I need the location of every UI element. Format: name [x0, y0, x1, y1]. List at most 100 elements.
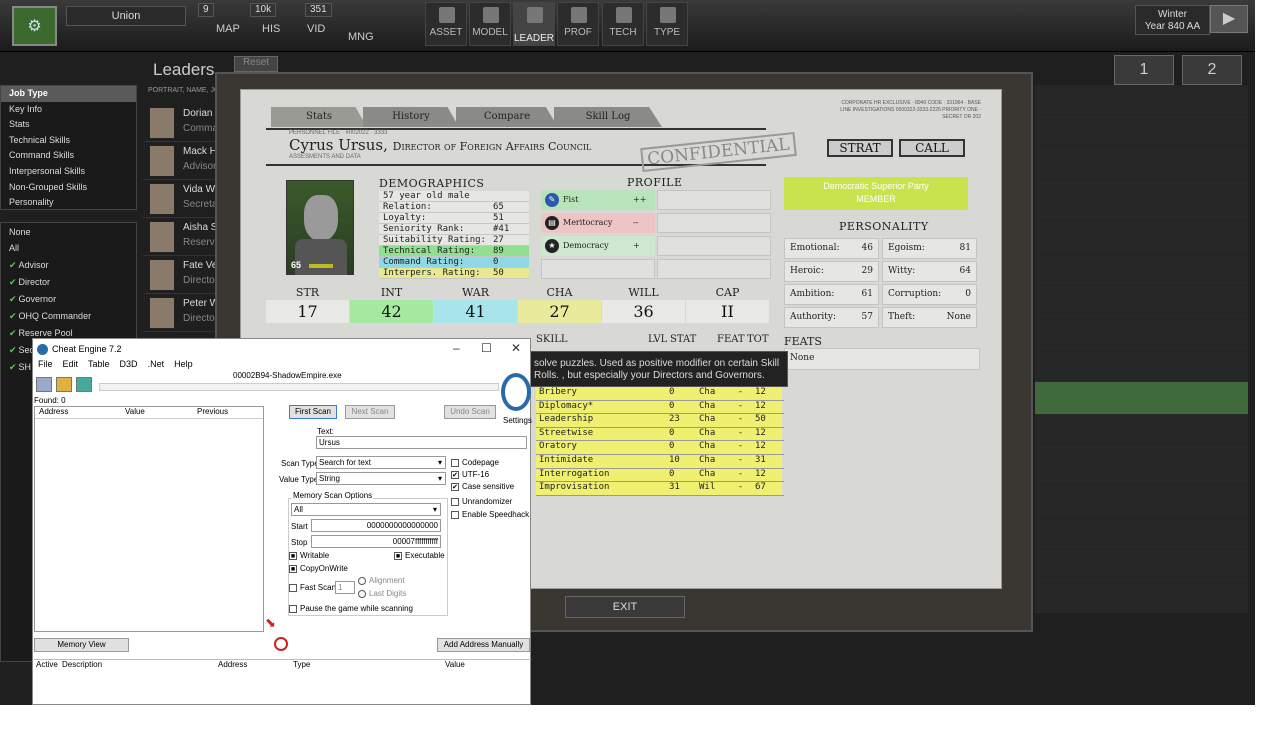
col-value[interactable]: Value [443, 660, 503, 672]
page-2-button[interactable]: 2 [1182, 55, 1242, 85]
leader-row[interactable]: Fate Ve Director [143, 256, 223, 294]
settings-label[interactable]: Settings [503, 416, 532, 425]
unrandomizer-checkbox[interactable]: Unrandomizer [451, 497, 512, 506]
first-scan-button[interactable]: First Scan [289, 405, 337, 419]
leader-row[interactable]: Peter W Director [143, 294, 223, 332]
cheat-engine-settings-icon[interactable] [501, 373, 531, 411]
list-row[interactable] [1035, 481, 1248, 514]
utf16-checkbox[interactable]: ✔ UTF-16 [451, 470, 489, 479]
undo-scan-button[interactable]: Undo Scan [444, 405, 496, 419]
job-none[interactable]: None [1, 225, 136, 241]
select-process-icon[interactable] [36, 377, 52, 392]
list-row[interactable] [1035, 349, 1248, 382]
value-type-select[interactable]: String [316, 472, 446, 485]
job-director[interactable]: ✔ Director [1, 275, 136, 292]
filter-command-skills[interactable]: Command Skills [1, 148, 136, 164]
add-address-button[interactable]: Add Address Manually [437, 638, 530, 652]
job-advisor[interactable]: ✔ Advisor [1, 258, 136, 275]
party-badge[interactable]: Democratic Superior Party MEMBER [784, 177, 968, 210]
leader-button[interactable]: LEADER [513, 2, 555, 46]
job-governor[interactable]: ✔ Governor [1, 292, 136, 309]
menu-net[interactable]: .Net [148, 359, 165, 373]
menu-edit[interactable]: Edit [63, 359, 79, 373]
call-button[interactable]: CALL [899, 139, 965, 157]
filter-interpersonal-skills[interactable]: Interpersonal Skills [1, 164, 136, 180]
codepage-checkbox[interactable]: Codepage [451, 458, 499, 467]
col-type[interactable]: Type [291, 660, 443, 672]
open-file-icon[interactable] [56, 377, 72, 392]
fastscan-checkbox[interactable]: Fast Scan [289, 583, 336, 592]
list-row[interactable] [1035, 316, 1248, 349]
copyonwrite-checkbox[interactable]: ■ CopyOnWrite [289, 564, 348, 573]
nav-map[interactable]: MAP [216, 23, 240, 35]
search-text-input[interactable]: Ursus [316, 436, 527, 449]
skill-row[interactable]: Improvisation 31 Wil -67 [536, 482, 784, 496]
stop-scan-icon[interactable] [274, 637, 288, 651]
list-row[interactable] [1035, 580, 1248, 613]
asset-button[interactable]: ASSET [425, 2, 467, 46]
filter-personality[interactable]: Personality [1, 195, 136, 211]
scan-results-list[interactable]: Address Value Previous [34, 406, 264, 632]
nav-his[interactable]: HIS [262, 23, 280, 35]
alignment-radio[interactable]: Alignment [358, 576, 405, 585]
list-row[interactable] [1035, 217, 1248, 250]
col-address[interactable]: Address [216, 660, 291, 672]
leader-row[interactable]: Mack H Advisor [143, 142, 223, 180]
leader-row[interactable]: Vida W Secreta [143, 180, 223, 218]
list-row[interactable] [1035, 415, 1248, 448]
list-row[interactable] [1035, 118, 1248, 151]
col-active[interactable]: Active [34, 660, 60, 672]
list-row[interactable] [1035, 547, 1248, 580]
add-to-list-arrow-icon[interactable]: ⬊ [265, 616, 281, 632]
strat-button[interactable]: STRAT [827, 139, 893, 157]
filter-technical-skills[interactable]: Technical Skills [1, 133, 136, 149]
filter-stats[interactable]: Stats [1, 117, 136, 133]
next-scan-button[interactable]: Next Scan [345, 405, 395, 419]
maximize-icon[interactable]: ☐ [481, 341, 492, 355]
list-row-selected[interactable] [1035, 382, 1248, 415]
scan-type-select[interactable]: Search for text [316, 456, 446, 469]
writable-checkbox[interactable]: ■ Writable [289, 551, 329, 560]
filter-non-grouped-skills[interactable]: Non-Grouped Skills [1, 180, 136, 196]
lastdigits-radio[interactable]: Last Digits [358, 589, 406, 598]
col-description[interactable]: Description [60, 660, 216, 672]
exit-button[interactable]: EXIT [565, 596, 685, 618]
filter-job-type[interactable]: Job Type [1, 86, 136, 102]
skill-row[interactable]: Oratory 0 Cha -12 [536, 441, 784, 455]
memory-view-button[interactable]: Memory View [34, 638, 129, 652]
col-previous[interactable]: Previous [193, 407, 263, 418]
tab-history[interactable]: History [363, 107, 459, 127]
stop-address-input[interactable]: 00007fffffffffff [311, 535, 441, 548]
job-all[interactable]: All [1, 241, 136, 258]
model-button[interactable]: MODEL [469, 2, 511, 46]
type-button[interactable]: TYPE [646, 2, 688, 46]
list-row[interactable] [1035, 514, 1248, 547]
reset-button[interactable]: Reset [234, 56, 278, 72]
minimize-icon[interactable]: – [453, 341, 460, 355]
job-ohq-commander[interactable]: ✔ OHQ Commander [1, 309, 136, 326]
skill-row[interactable]: Diplomacy* 0 Cha -12 [536, 400, 784, 415]
skill-row[interactable]: Streetwise 0 Cha -12 [536, 427, 784, 442]
close-icon[interactable]: ✕ [511, 341, 521, 355]
list-row[interactable] [1035, 448, 1248, 481]
memory-region-select[interactable]: All [291, 503, 441, 516]
skill-row[interactable]: Leadership 23 Cha -50 [536, 414, 784, 428]
menu-help[interactable]: Help [174, 359, 193, 373]
nav-vid[interactable]: VID [307, 23, 325, 35]
filter-key-info[interactable]: Key Info [1, 102, 136, 118]
pause-game-checkbox[interactable]: Pause the game while scanning [289, 604, 413, 613]
page-1-button[interactable]: 1 [1114, 55, 1174, 85]
prof-button[interactable]: PROF [557, 2, 599, 46]
start-address-input[interactable]: 0000000000000000 [311, 519, 441, 532]
skill-row[interactable]: Interrogation 0 Cha -12 [536, 468, 784, 483]
tab-stats[interactable]: Stats [271, 107, 367, 127]
end-turn-play-icon[interactable]: ▶ [1210, 5, 1248, 33]
executable-checkbox[interactable]: ■ Executable [394, 551, 445, 560]
list-row[interactable] [1035, 184, 1248, 217]
leader-row[interactable]: Aisha S Reserve [143, 218, 223, 256]
faction-flag[interactable]: ⚙ [12, 6, 57, 46]
list-row[interactable] [1035, 85, 1248, 118]
tech-button[interactable]: TECH [602, 2, 644, 46]
save-icon[interactable] [76, 377, 92, 392]
menu-table[interactable]: Table [88, 359, 110, 373]
